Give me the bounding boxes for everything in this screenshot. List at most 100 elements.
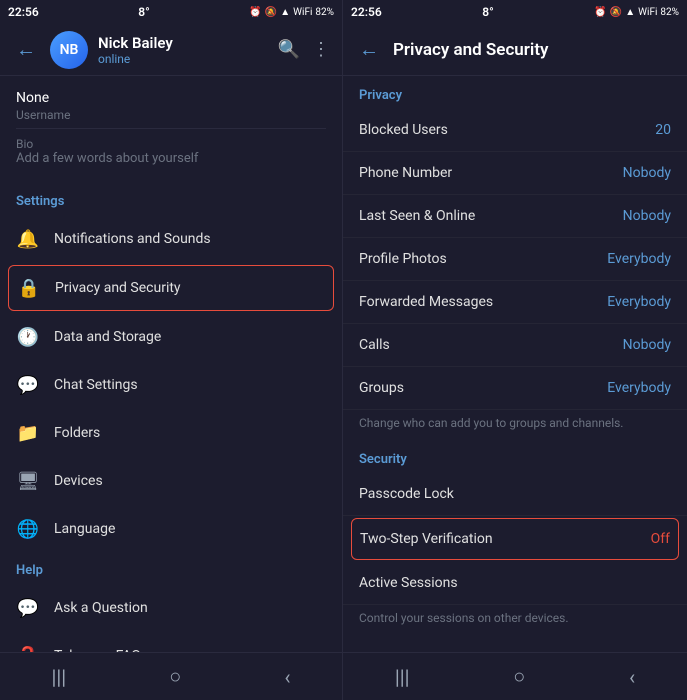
status-bar-left: 22:56 8° ⏰ 🔕 ▲ WiFi 82% xyxy=(0,0,342,24)
alarm-icon-right: ⏰ xyxy=(594,7,606,18)
right-panel: 22:56 8° ⏰ 🔕 ▲ WiFi 82% ← Privacy and Se… xyxy=(343,0,687,700)
data-label: Data and Storage xyxy=(54,329,326,345)
menu-item-chat[interactable]: 💬 Chat Settings xyxy=(0,361,342,409)
menu-item-ask[interactable]: 💬 Ask a Question xyxy=(0,584,342,632)
user-name: Nick Bailey xyxy=(98,34,268,52)
ask-icon: 💬 xyxy=(16,596,40,620)
two-step-value: Off xyxy=(651,531,670,547)
language-icon: 🌐 xyxy=(16,517,40,541)
groups-note: Change who can add you to groups and cha… xyxy=(343,410,687,440)
delete-account-row[interactable]: Delete my account xyxy=(343,635,687,652)
calls-row[interactable]: Calls Nobody xyxy=(343,324,687,367)
nav-back-left[interactable]: ‹ xyxy=(276,657,298,697)
menu-item-data[interactable]: 🕐 Data and Storage xyxy=(0,313,342,361)
wifi-icon: WiFi xyxy=(293,7,312,18)
bio-placeholder: Add a few words about yourself xyxy=(16,151,326,166)
settings-section: Settings 🔔 Notifications and Sounds 🔒 Pr… xyxy=(0,176,342,652)
status-bar-right: 22:56 8° ⏰ 🔕 ▲ WiFi 82% xyxy=(343,0,687,24)
header-left: ← NB Nick Bailey online 🔍 ⋮ xyxy=(0,24,342,76)
sessions-note: Control your sessions on other devices. xyxy=(343,605,687,635)
time-left: 22:56 xyxy=(8,5,39,19)
privacy-title: Privacy and Security xyxy=(393,40,548,60)
two-step-label: Two-Step Verification xyxy=(360,531,493,547)
nav-home-right[interactable]: ○ xyxy=(505,656,533,697)
devices-label: Devices xyxy=(54,473,326,489)
bio-field: Bio Add a few words about yourself xyxy=(16,129,326,172)
notifications-icon: 🔔 xyxy=(16,227,40,251)
active-sessions-row[interactable]: Active Sessions xyxy=(343,562,687,605)
status-icons-right: ⏰ 🔕 ▲ WiFi 82% xyxy=(594,7,679,18)
nav-home-left[interactable]: ○ xyxy=(161,656,189,697)
more-icon[interactable]: ⋮ xyxy=(312,39,330,60)
wifi-icon-right: WiFi xyxy=(638,7,657,18)
last-seen-label: Last Seen & Online xyxy=(359,208,475,224)
two-step-row[interactable]: Two-Step Verification Off xyxy=(351,518,679,560)
forwarded-messages-row[interactable]: Forwarded Messages Everybody xyxy=(343,281,687,324)
chat-label: Chat Settings xyxy=(54,377,326,393)
battery-left: 82% xyxy=(315,7,334,18)
battery-right: 82% xyxy=(660,7,679,18)
menu-item-notifications[interactable]: 🔔 Notifications and Sounds xyxy=(0,215,342,263)
temp-right: 8° xyxy=(482,5,494,19)
privacy-section-label: Privacy xyxy=(343,76,687,109)
user-status: online xyxy=(98,52,268,66)
passcode-lock-row[interactable]: Passcode Lock xyxy=(343,473,687,516)
data-icon: 🕐 xyxy=(16,325,40,349)
profile-photos-row[interactable]: Profile Photos Everybody xyxy=(343,238,687,281)
privacy-label: Privacy and Security xyxy=(55,280,325,296)
mute-icon-right: 🔕 xyxy=(610,7,622,18)
nav-menu-left[interactable]: ||| xyxy=(44,657,75,697)
header-info: Nick Bailey online xyxy=(98,34,268,66)
devices-icon: 🖥 xyxy=(16,469,40,493)
menu-item-devices[interactable]: 🖥 Devices xyxy=(0,457,342,505)
temp-left: 8° xyxy=(138,5,150,19)
forwarded-messages-value: Everybody xyxy=(607,294,671,310)
privacy-content: Privacy Blocked Users 20 Phone Number No… xyxy=(343,76,687,652)
last-seen-row[interactable]: Last Seen & Online Nobody xyxy=(343,195,687,238)
faq-icon: ❓ xyxy=(16,644,40,652)
username-value: None xyxy=(16,90,326,106)
nav-menu-right[interactable]: ||| xyxy=(387,657,418,697)
calls-label: Calls xyxy=(359,337,390,353)
signal-icon: ▲ xyxy=(280,7,290,18)
menu-item-privacy[interactable]: 🔒 Privacy and Security xyxy=(8,265,334,311)
avatar[interactable]: NB xyxy=(50,31,88,69)
header-actions: 🔍 ⋮ xyxy=(278,39,330,60)
alarm-icon: ⏰ xyxy=(249,7,261,18)
phone-number-value: Nobody xyxy=(623,165,671,181)
last-seen-value: Nobody xyxy=(623,208,671,224)
menu-item-language[interactable]: 🌐 Language xyxy=(0,505,342,553)
search-icon[interactable]: 🔍 xyxy=(278,39,300,60)
back-button-right[interactable]: ← xyxy=(355,33,383,66)
phone-number-row[interactable]: Phone Number Nobody xyxy=(343,152,687,195)
groups-row[interactable]: Groups Everybody xyxy=(343,367,687,410)
bottom-nav-right: ||| ○ ‹ xyxy=(343,652,687,700)
blocked-users-row[interactable]: Blocked Users 20 xyxy=(343,109,687,152)
back-button-left[interactable]: ← xyxy=(12,33,40,66)
groups-value: Everybody xyxy=(607,380,671,396)
nav-back-right[interactable]: ‹ xyxy=(621,657,643,697)
passcode-lock-label: Passcode Lock xyxy=(359,486,454,502)
left-panel: 22:56 8° ⏰ 🔕 ▲ WiFi 82% ← NB Nick Bailey… xyxy=(0,0,343,700)
profile-photos-label: Profile Photos xyxy=(359,251,447,267)
signal-icon-right: ▲ xyxy=(625,7,635,18)
faq-label: Telegram FAQ xyxy=(54,648,326,652)
groups-label: Groups xyxy=(359,380,404,396)
status-icons-left: ⏰ 🔕 ▲ WiFi 82% xyxy=(249,7,334,18)
folders-label: Folders xyxy=(54,425,326,441)
active-sessions-label: Active Sessions xyxy=(359,575,458,591)
menu-item-folders[interactable]: 📁 Folders xyxy=(0,409,342,457)
menu-item-faq[interactable]: ❓ Telegram FAQ xyxy=(0,632,342,652)
security-section-label: Security xyxy=(343,440,687,473)
notifications-label: Notifications and Sounds xyxy=(54,231,326,247)
phone-number-label: Phone Number xyxy=(359,165,452,181)
username-field: None Username xyxy=(16,84,326,129)
help-header: Help xyxy=(0,553,342,584)
bottom-nav-left: ||| ○ ‹ xyxy=(0,652,342,700)
chat-icon: 💬 xyxy=(16,373,40,397)
bio-label: Bio xyxy=(16,137,326,151)
forwarded-messages-label: Forwarded Messages xyxy=(359,294,493,310)
blocked-users-label: Blocked Users xyxy=(359,122,448,138)
username-label: Username xyxy=(16,108,326,122)
profile-section: None Username Bio Add a few words about … xyxy=(0,76,342,176)
